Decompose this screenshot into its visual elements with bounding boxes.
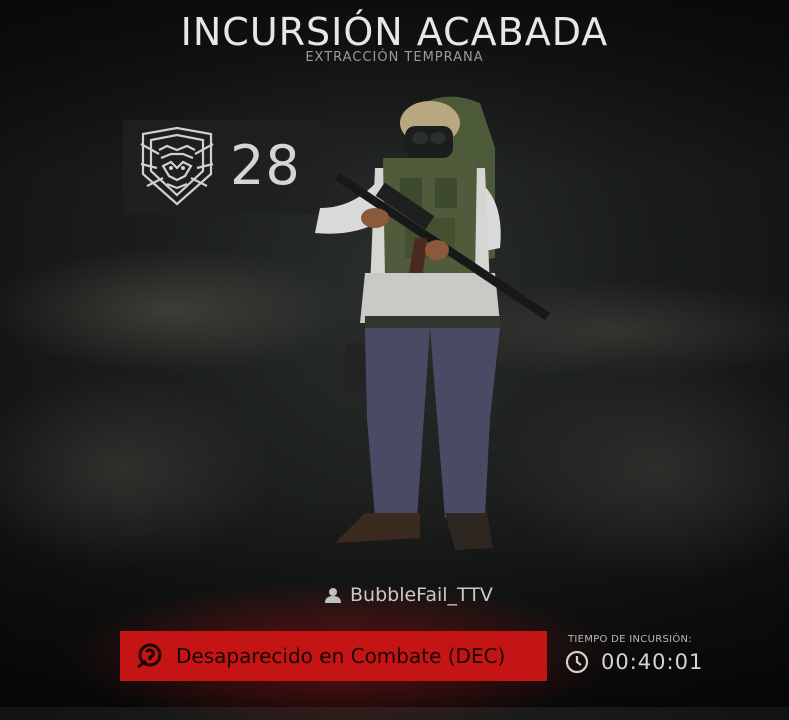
page-subtitle: EXTRACCIÓN TEMPRANA [305,50,484,65]
raid-status-text: Desaparecido en Combate (DEC) [176,644,506,668]
raid-time-label: TIEMPO DE INCURSIÓN: [568,634,692,645]
player-name: BubbleFail_TTV [350,584,493,606]
raid-time-row: 00:40:01 [565,650,703,674]
player-name-row: BubbleFail_TTV [324,583,493,607]
clock-icon [565,650,589,674]
level-badge-icon [140,126,214,206]
mia-icon [137,643,162,669]
character-model [315,96,550,550]
page-title: INCURSIÓN ACABADA [180,10,609,54]
user-icon [325,588,341,603]
raid-status-badge: Desaparecido en Combate (DEC) [120,631,547,681]
player-level: 28 [230,134,301,197]
raid-time-value: 00:40:01 [601,650,704,674]
